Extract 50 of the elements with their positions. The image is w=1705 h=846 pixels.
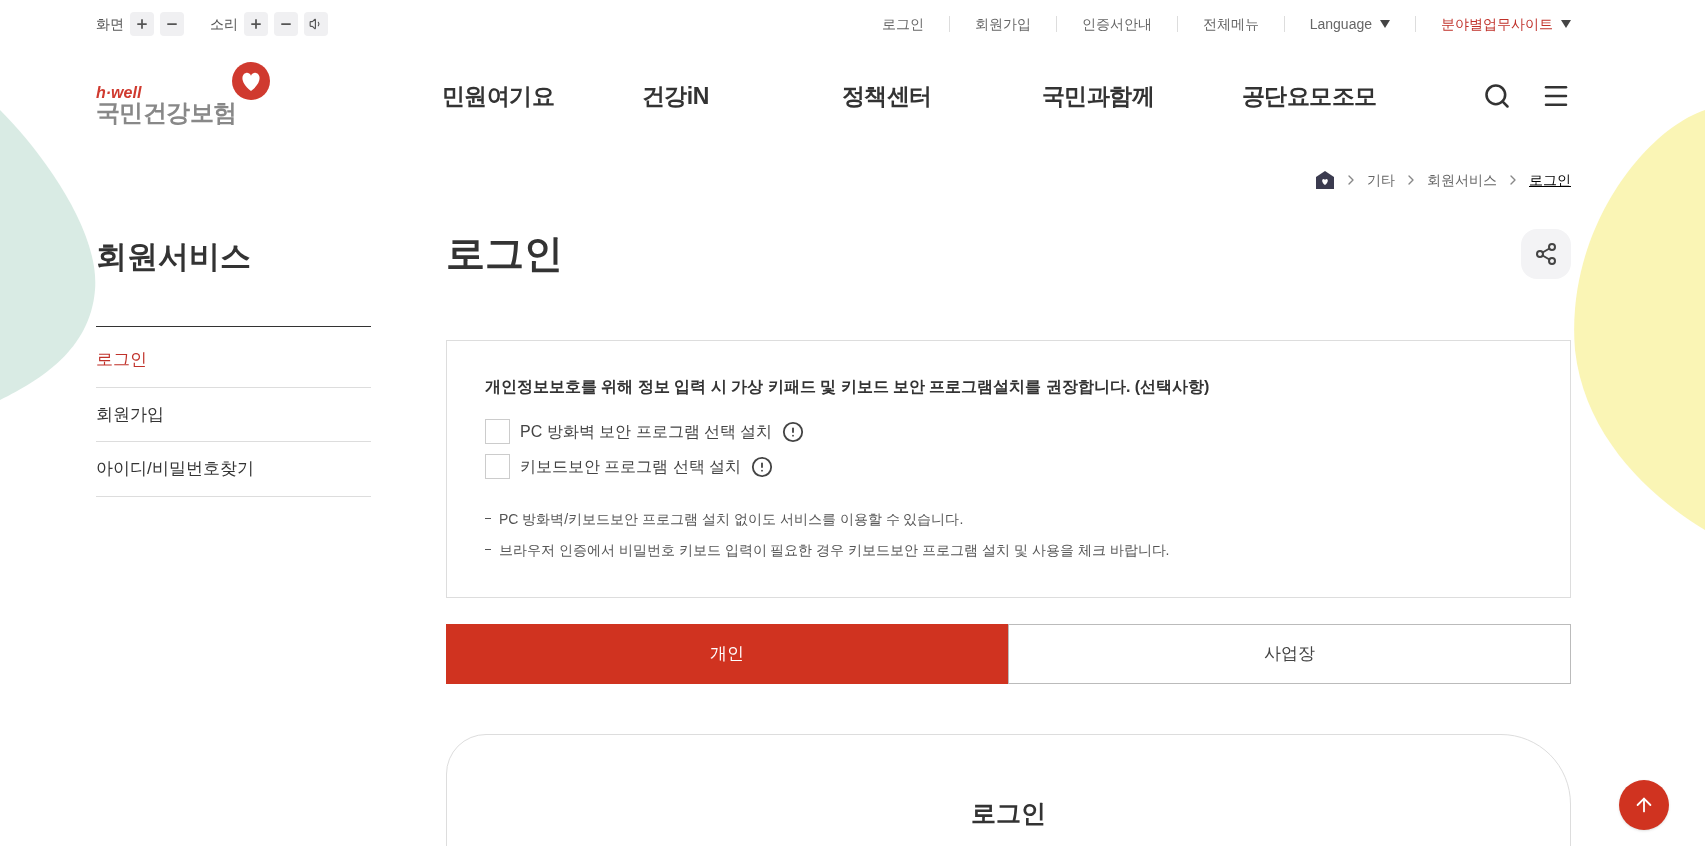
breadcrumb-link[interactable]: 회원서비스 (1427, 169, 1497, 191)
sidebar-item[interactable]: 로그인 (96, 333, 371, 388)
scroll-top-button[interactable] (1619, 780, 1669, 830)
zoom-in-button[interactable] (130, 12, 154, 36)
login-card-title: 로그인 (971, 798, 1046, 829)
option-label[interactable]: PC 방화벽 보안 프로그램 선택 설치 (520, 419, 773, 444)
speaker-button[interactable] (304, 12, 328, 36)
zoom-out-button[interactable] (160, 12, 184, 36)
notice-heading: 개인정보보호를 위해 정보 입력 시 가상 키패드 및 키보드 보안 프로그램설치를 권장합니다. (선택사항) (485, 377, 1211, 397)
top-link[interactable]: 회원가입 (974, 13, 1031, 35)
nav-menu-item[interactable]: 국민과함께 (1042, 78, 1242, 114)
tab[interactable]: 사업장 (1007, 624, 1571, 684)
plus-icon (249, 17, 263, 31)
page-title: 로그인 (446, 230, 563, 277)
caret-icon (1380, 20, 1390, 28)
sidebar-title: 회원서비스 (96, 238, 252, 276)
top-link[interactable]: 전체메뉴 (1202, 13, 1259, 35)
dash-icon (485, 518, 491, 519)
search-icon[interactable] (1483, 82, 1511, 110)
option-label[interactable]: 키보드보안 프로그램 선택 설치 (520, 454, 742, 479)
caret-icon (1561, 20, 1571, 28)
nav-menu-item[interactable]: 민원여기요 (442, 78, 642, 114)
volume-down-button[interactable] (274, 12, 298, 36)
top-link[interactable]: 로그인 (881, 13, 924, 35)
tab[interactable]: 개인 (446, 624, 1008, 684)
nav-menu-item[interactable]: 공단요모조모 (1242, 78, 1442, 114)
note-text: PC 방화벽/키보드보안 프로그램 설치 없이도 서비스를 이용할 수 있습니다. (499, 510, 964, 529)
top-link[interactable]: Language (1309, 13, 1390, 35)
breadcrumb-link[interactable]: 기타 (1367, 169, 1395, 191)
share-icon (1534, 242, 1558, 266)
sidebar-item[interactable]: 회원가입 (96, 387, 371, 442)
plus-icon (135, 17, 149, 31)
volume-up-button[interactable] (244, 12, 268, 36)
dash-icon (485, 549, 491, 550)
info-icon[interactable] (782, 420, 805, 443)
sidebar-item[interactable]: 아이디/비밀번호찾기 (96, 442, 371, 497)
sound-label: 소리 (210, 14, 238, 34)
home-icon[interactable] (1315, 170, 1335, 190)
info-icon[interactable] (751, 455, 774, 478)
nav-menu-item[interactable]: 건강iN (642, 78, 842, 114)
logo[interactable]: h·well 국민건강보험 (96, 61, 286, 131)
top-link[interactable]: 인증서안내 (1081, 13, 1152, 35)
checkbox[interactable] (485, 419, 510, 444)
note-text: 브라우저 인증에서 비밀번호 키보드 입력이 필요한 경우 키보드보안 프로그램 설치 및 사용을 체크 바랍니다. (499, 541, 1170, 560)
breadcrumb-link[interactable]: 로그인 (1529, 169, 1571, 191)
nav-menu-item[interactable]: 정책센터 (842, 78, 1042, 114)
share-button[interactable] (1521, 229, 1571, 279)
screen-size-label: 화면 (96, 14, 124, 34)
checkbox[interactable] (485, 454, 510, 479)
top-link[interactable]: 분야별업무사이트 (1441, 13, 1571, 35)
